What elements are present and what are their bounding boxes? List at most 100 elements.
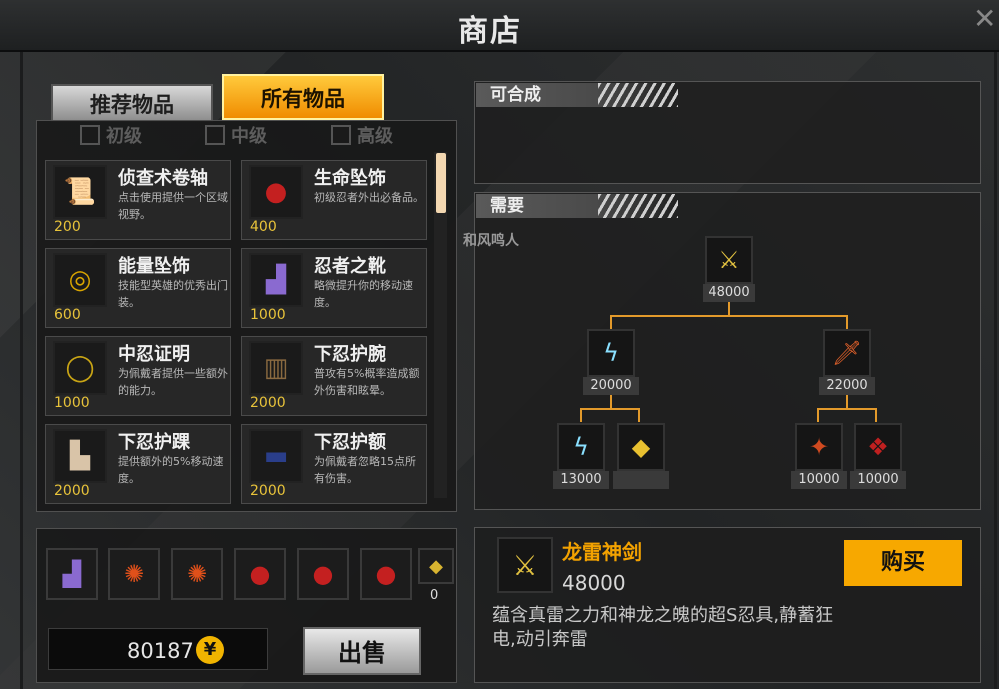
item-price: 2000 <box>250 395 286 411</box>
left-frame-border <box>20 52 23 689</box>
item-card[interactable]: ▬ 2000 下忍护额 为佩戴者忽略15点所有伤害。 <box>241 424 427 504</box>
item-price: 1000 <box>54 395 90 411</box>
item-description: 点击使用提供一个区域视野。 <box>118 191 228 221</box>
boot-icon[interactable]: ▟ <box>46 548 98 600</box>
coin-icon: ¥ <box>196 636 224 664</box>
item-card[interactable]: 📜 200 侦查术卷轴 点击使用提供一个区域视野。 <box>45 160 231 240</box>
item-price: 200 <box>54 219 81 235</box>
tab-recommended[interactable]: 推荐物品 <box>51 84 213 122</box>
dragon-blade-icon[interactable]: 🗡 <box>823 329 871 377</box>
item-card[interactable]: ▥ 2000 下忍护腕 普攻有5%概率造成额外伤害和眩晕。 <box>241 336 427 416</box>
fire-orbs-icon[interactable]: ✺ <box>108 548 160 600</box>
item-card[interactable]: ◎ 600 能量坠饰 技能型英雄的优秀出门装。 <box>45 248 231 328</box>
buy-button[interactable]: 购买 <box>844 540 962 586</box>
filter-intermediate[interactable]: 中级 <box>205 123 267 147</box>
item-card[interactable]: ● 400 生命坠饰 初级忍者外出必备品。 <box>241 160 427 240</box>
tree-right-child-1-price: 10000 <box>791 471 847 489</box>
filter-basic[interactable]: 初级 <box>80 123 142 147</box>
item-name: 中忍证明 <box>118 344 190 365</box>
tree-line <box>638 408 640 422</box>
item-description: 技能型英雄的优秀出门装。 <box>118 279 228 309</box>
item-description: 普攻有5%概率造成额外伤害和眩晕。 <box>314 367 420 397</box>
item-description: 略微提升你的移动速度。 <box>314 279 413 309</box>
item-scroll-thumb[interactable] <box>436 153 446 213</box>
item-description: 初级忍者外出必备品。 <box>314 191 424 204</box>
item-description: 为佩戴者提供一些额外的能力。 <box>118 367 228 397</box>
red-pendant-icon[interactable]: ● <box>297 548 349 600</box>
item-card[interactable]: ▙ 2000 下忍护踝 提供额外的5%移动速度。 <box>45 424 231 504</box>
ankle-wrap-icon: ▙ <box>53 429 107 483</box>
window-title: 商店 <box>458 14 522 49</box>
detail-item-description: 蕴含真雷之力和神龙之魄的超S忍具,静蓄狂电,动引奔雷 <box>492 605 834 650</box>
sell-button[interactable]: 出售 <box>303 627 421 675</box>
checkbox-advanced[interactable] <box>331 125 351 145</box>
lightning-dragon-sword-icon: ⚔ <box>497 537 553 593</box>
tree-line <box>817 408 877 410</box>
tab-all-items[interactable]: 所有物品 <box>222 74 384 120</box>
filter-intermediate-label: 中级 <box>231 126 267 147</box>
tree-line <box>875 408 877 422</box>
requirements-header-stripes <box>598 194 678 218</box>
tier-filters: 初级 中级 高级 <box>44 123 444 147</box>
gold-gem-icon[interactable]: ◆ <box>617 423 665 471</box>
tree-root-price: 48000 <box>703 284 755 302</box>
close-x-icon[interactable]: ✕ <box>973 4 996 34</box>
tree-line <box>580 408 640 410</box>
tree-left-child-1-price: 13000 <box>553 471 609 489</box>
spiral-pendant-icon: ◎ <box>53 253 107 307</box>
item-card[interactable]: ▟ 1000 忍者之靴 略微提升你的移动速度。 <box>241 248 427 328</box>
background-player-name: 和风鸣人 <box>463 233 519 249</box>
craftable-header-stripes <box>598 83 678 107</box>
lightning-shard-icon[interactable]: ϟ <box>557 423 605 471</box>
filter-advanced-label: 高级 <box>357 126 393 147</box>
item-name: 下忍护踝 <box>118 432 190 453</box>
red-pendant-icon: ● <box>249 165 303 219</box>
tree-line <box>580 408 582 422</box>
item-price: 600 <box>54 307 81 323</box>
bracer-icon: ▥ <box>249 341 303 395</box>
checkbox-basic[interactable] <box>80 125 100 145</box>
item-description: 为佩戴者忽略15点所有伤害。 <box>314 455 416 485</box>
red-pendant-icon[interactable]: ● <box>234 548 286 600</box>
red-scroll-icon[interactable]: ❖ <box>854 423 902 471</box>
gold-gem-icon[interactable]: ◆ <box>418 548 454 584</box>
item-name: 下忍护额 <box>314 432 386 453</box>
money-value: 80187 <box>127 639 194 663</box>
tree-line <box>846 315 848 329</box>
tree-left-child-2-price <box>613 471 669 489</box>
red-claw-icon[interactable]: ✦ <box>795 423 843 471</box>
item-name: 能量坠饰 <box>118 256 190 277</box>
item-price: 2000 <box>250 483 286 499</box>
headband-icon: ▬ <box>249 429 303 483</box>
boot-icon: ▟ <box>249 253 303 307</box>
filter-basic-label: 初级 <box>106 126 142 147</box>
item-card[interactable]: ◯ 1000 中忍证明 为佩戴者提供一些额外的能力。 <box>45 336 231 416</box>
detail-item-price: 48000 <box>562 571 626 595</box>
tree-line <box>817 408 819 422</box>
tree-right-child-2-price: 10000 <box>850 471 906 489</box>
tree-line <box>846 395 848 409</box>
tree-right-price: 22000 <box>819 377 875 395</box>
item-name: 下忍护腕 <box>314 344 386 365</box>
item-price: 2000 <box>54 483 90 499</box>
red-pendant-icon[interactable]: ● <box>360 548 412 600</box>
gold-ring-icon: ◯ <box>53 341 107 395</box>
right-frame-border <box>994 52 997 689</box>
tree-line <box>610 315 848 317</box>
item-price: 400 <box>250 219 277 235</box>
craftable-header-label: 可合成 <box>490 85 541 105</box>
item-name: 侦查术卷轴 <box>118 168 208 189</box>
item-price: 1000 <box>250 307 286 323</box>
tree-line <box>610 395 612 409</box>
requirements-header-label: 需要 <box>490 196 524 216</box>
item-name: 忍者之靴 <box>314 256 386 277</box>
lightning-dragon-sword-icon[interactable]: ⚔ <box>705 236 753 284</box>
tree-left-price: 20000 <box>583 377 639 395</box>
checkbox-intermediate[interactable] <box>205 125 225 145</box>
lightning-blade-icon[interactable]: ϟ <box>587 329 635 377</box>
item-name: 生命坠饰 <box>314 168 386 189</box>
detail-item-name: 龙雷神剑 <box>562 540 642 564</box>
fire-orbs-icon[interactable]: ✺ <box>171 548 223 600</box>
filter-advanced[interactable]: 高级 <box>331 123 393 147</box>
tree-line <box>610 315 612 329</box>
